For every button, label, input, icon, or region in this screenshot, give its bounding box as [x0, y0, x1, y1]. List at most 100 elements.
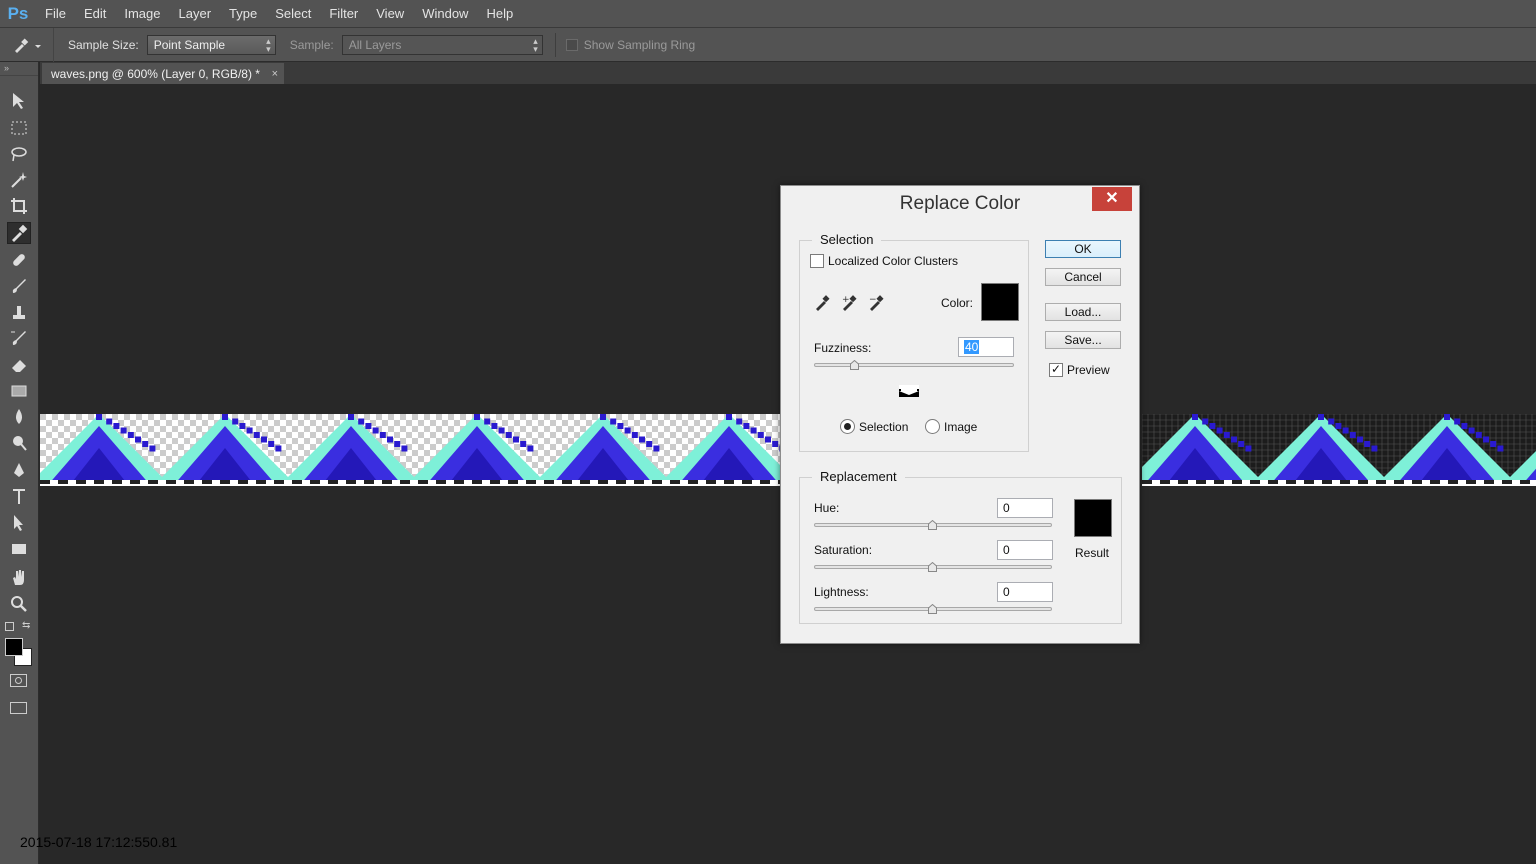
screen-mode-icon[interactable]	[10, 702, 27, 714]
fuzziness-label: Fuzziness:	[814, 341, 872, 355]
hue-input[interactable]: 0	[997, 498, 1053, 518]
tool-pen[interactable]	[7, 460, 31, 482]
sample-value: All Layers	[348, 37, 402, 52]
hue-value: 0	[1003, 501, 1010, 515]
fuzziness-value: 40	[964, 340, 980, 354]
load-button[interactable]: Load...	[1045, 303, 1121, 321]
sample-select[interactable]: All Layers ▴ ▾	[341, 34, 543, 55]
menu-layer[interactable]: Layer	[170, 0, 221, 28]
saturation-slider-thumb[interactable]	[928, 562, 937, 572]
ok-button[interactable]: OK	[1045, 240, 1121, 258]
tool-move[interactable]	[7, 90, 31, 112]
lightness-slider-thumb[interactable]	[928, 604, 937, 614]
hue-slider-thumb[interactable]	[928, 520, 937, 530]
gradient-icon	[11, 385, 27, 397]
sample-label: Sample:	[289, 37, 334, 52]
save-button[interactable]: Save...	[1045, 331, 1121, 349]
tool-blur[interactable]	[7, 406, 31, 428]
menu-view[interactable]: View	[367, 0, 413, 28]
move-icon	[13, 93, 24, 109]
preview-checkbox[interactable]: ✓	[1049, 363, 1063, 377]
color-label: Color:	[941, 296, 974, 310]
eyedropper-icon[interactable]	[814, 293, 832, 311]
fuzziness-slider[interactable]	[814, 363, 1014, 367]
tool-eraser[interactable]	[7, 354, 31, 376]
close-icon[interactable]: ✕	[1092, 187, 1132, 211]
sample-size-label: Sample Size:	[68, 37, 139, 52]
selection-radio-label: Selection	[859, 420, 909, 434]
eyedropper-minus-icon[interactable]: −	[868, 293, 886, 311]
default-colors-icon[interactable]	[5, 622, 14, 631]
image-radio-label: Image	[944, 420, 978, 434]
quick-mask-icon[interactable]	[10, 674, 27, 687]
timestamp-overlay: 2015-07-18 17:12:550.81	[20, 834, 178, 850]
fuzziness-slider-thumb[interactable]	[850, 360, 859, 370]
menu-window[interactable]: Window	[413, 0, 477, 28]
swap-colors-icon[interactable]: ⇆	[22, 620, 30, 631]
menu-image[interactable]: Image	[115, 0, 169, 28]
close-icon[interactable]: ×	[272, 68, 278, 80]
eraser-icon	[12, 360, 26, 372]
svg-text:+: +	[842, 295, 850, 305]
tool-path-selection[interactable]	[7, 512, 31, 534]
menu-file[interactable]: File	[36, 0, 75, 28]
zoom-icon	[11, 596, 27, 612]
menu-edit[interactable]: Edit	[75, 0, 115, 28]
fuzziness-input[interactable]: 40	[958, 337, 1014, 357]
document-tab-bar: waves.png @ 600% (Layer 0, RGB/8) * ×	[40, 62, 1536, 84]
foreground-color-swatch[interactable]	[5, 638, 23, 656]
tool-marquee[interactable]	[7, 117, 31, 139]
image-radio[interactable]	[925, 419, 940, 434]
document-tab[interactable]: waves.png @ 600% (Layer 0, RGB/8) * ×	[42, 63, 284, 84]
tool-brush[interactable]	[7, 275, 31, 297]
ps-logo: Ps	[7, 3, 29, 23]
localized-clusters-checkbox[interactable]	[810, 254, 824, 268]
clone-stamp-icon	[13, 306, 25, 319]
menu-type[interactable]: Type	[220, 0, 266, 28]
tool-gradient[interactable]	[7, 380, 31, 402]
options-bar: Sample Size: Point Sample ▴ ▾ Sample: All…	[0, 27, 1536, 62]
dodge-icon	[13, 436, 27, 451]
preview-label: Preview	[1067, 363, 1110, 377]
tool-dodge[interactable]	[7, 432, 31, 454]
tool-lasso[interactable]	[7, 143, 31, 165]
eyedropper-icon	[14, 37, 41, 53]
sampling-ring-checkbox[interactable]	[565, 38, 578, 51]
selection-group-label: Selection	[812, 232, 882, 247]
menu-filter[interactable]: Filter	[320, 0, 367, 28]
menu-help[interactable]: Help	[477, 0, 522, 28]
document-tab-title: waves.png @ 600% (Layer 0, RGB/8) *	[51, 66, 260, 81]
canvas-image-left	[40, 414, 780, 486]
sample-size-select[interactable]: Point Sample ▴ ▾	[146, 34, 276, 55]
localized-clusters-label: Localized Color Clusters	[828, 254, 959, 268]
menu-bar: Ps File Edit Image Layer Type Select Fil…	[0, 0, 1536, 28]
result-color-swatch[interactable]	[1074, 499, 1112, 537]
tool-healing-brush[interactable]	[7, 249, 31, 271]
rectangle-icon	[12, 544, 26, 554]
tool-zoom[interactable]	[7, 593, 31, 615]
svg-text:−: −	[869, 295, 877, 305]
eyedropper-plus-icon[interactable]: +	[841, 293, 859, 311]
tool-crop[interactable]	[7, 195, 31, 217]
menu-select[interactable]: Select	[266, 0, 320, 28]
tool-clone-stamp[interactable]	[7, 301, 31, 323]
select-arrows-icon: ▴ ▾	[533, 35, 538, 54]
tool-hand[interactable]	[7, 567, 31, 589]
tool-eyedropper[interactable]	[7, 222, 31, 244]
saturation-label: Saturation:	[814, 543, 873, 557]
panel-collapse-icon[interactable]: »	[0, 62, 38, 76]
replacement-group-label: Replacement	[812, 469, 905, 484]
tool-preset-picker[interactable]	[0, 27, 54, 62]
path-selection-icon	[14, 515, 23, 531]
sampling-ring-label: Show Sampling Ring	[583, 37, 696, 52]
selection-radio[interactable]	[840, 419, 855, 434]
lightness-input[interactable]: 0	[997, 582, 1053, 602]
dialog-title: Replace Color	[781, 186, 1139, 220]
tool-rectangle[interactable]	[7, 538, 31, 560]
selection-color-swatch[interactable]	[981, 283, 1019, 321]
saturation-input[interactable]: 0	[997, 540, 1053, 560]
tool-magic-wand[interactable]	[7, 169, 31, 191]
cancel-button[interactable]: Cancel	[1045, 268, 1121, 286]
tool-history-brush[interactable]	[7, 327, 31, 349]
tool-type[interactable]	[7, 486, 31, 508]
